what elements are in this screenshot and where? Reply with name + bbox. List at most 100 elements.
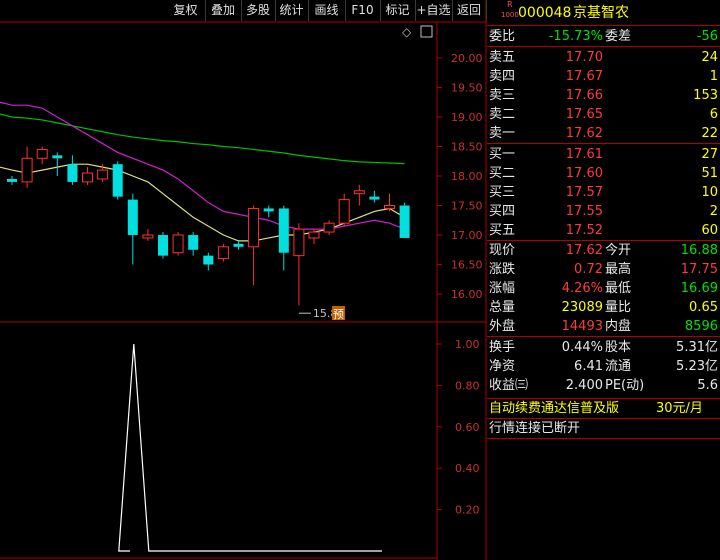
bid-price: 17.60 [565, 166, 603, 181]
weibi-label: 委比 [489, 29, 516, 44]
bid-price: 17.52 [565, 223, 603, 238]
candle-body [308, 231, 320, 239]
ask-row: 卖五 17.70 24 [487, 48, 720, 67]
candle-body [248, 207, 260, 248]
candle-body [338, 199, 350, 224]
scroll-box-icon [420, 25, 433, 38]
toolbar-button-2[interactable]: 多股 [241, 0, 276, 21]
toolbar-button-0[interactable]: 复权 [166, 0, 206, 21]
ask-row: 卖三 17.66 153 [487, 86, 720, 105]
pre-badge: 预 [333, 308, 344, 321]
price-tick-label: 16.00 [451, 288, 483, 301]
bid-row: 买一 17.61 27 [487, 145, 720, 164]
toolbar-button-4[interactable]: 画线 [308, 0, 346, 21]
toolbar-button-1[interactable]: 叠加 [205, 0, 242, 21]
fund-value: 2.400 [565, 378, 603, 393]
ask-price: 17.65 [565, 107, 603, 122]
quote-value: 16.88 [680, 243, 718, 258]
bid-volume: 10 [701, 185, 718, 200]
quote-value: 4.26% [561, 281, 603, 296]
toolbar-button-8[interactable]: 返回 [452, 0, 487, 21]
quote-panel: R 1000 000048 京基智农 委比 -15.73% 委差 -56 卖五 17.70… [487, 0, 720, 560]
candle-body [233, 243, 244, 247]
price-tick-label: 18.50 [451, 141, 483, 154]
candle-body [127, 199, 138, 235]
fund-row: 换手 0.44% 股本 5.31亿 [487, 338, 720, 357]
candle-body [82, 172, 93, 183]
ask-label: 卖一 [489, 126, 516, 141]
quote-value: 0.72 [574, 262, 603, 277]
fund-label: 换手 [489, 340, 516, 355]
fund-value: 5.6 [697, 378, 718, 393]
quote-label: 外盘 [489, 319, 516, 334]
ask-volume: 22 [701, 126, 718, 141]
ask-row: 卖二 17.65 6 [487, 105, 720, 124]
toolbar-button-5[interactable]: F10 [345, 0, 381, 21]
toolbar-button-3[interactable]: 统计 [275, 0, 309, 21]
fund-label: 净资 [489, 359, 516, 374]
candle-body [384, 205, 395, 209]
quote-label: 涨跌 [489, 262, 516, 277]
fund-label: 股本 [605, 340, 632, 355]
chart-area[interactable]: 20.00 19.50 19.00 18.50 18.00 17.50 17.00 16.50… [0, 0, 487, 560]
candle-body [97, 169, 109, 180]
bid-price: 17.55 [565, 204, 603, 219]
connection-status: 行情连接已断开 [487, 419, 720, 438]
quote-value: 0.65 [689, 300, 718, 315]
indicator-tick-label: 0.80 [455, 379, 480, 392]
ask-price: 17.66 [565, 88, 603, 103]
price-tick-label: 16.50 [451, 259, 483, 272]
candle-body [21, 157, 33, 183]
stock-badge-bottom: 1000 [501, 11, 519, 19]
ask-volume: 153 [693, 88, 718, 103]
ask-price: 17.70 [565, 50, 603, 65]
quote-value: 23089 [561, 300, 603, 315]
stock-header: R 1000 000048 京基智农 [487, 0, 720, 24]
price-tick-label: 17.00 [451, 229, 483, 242]
quote-label: 现价 [489, 243, 516, 258]
candle-body [293, 228, 305, 257]
candle-body [112, 164, 123, 197]
candle-body [52, 155, 63, 159]
fund-label: 收益㈢ [489, 378, 529, 393]
candle-body [353, 190, 365, 195]
quote-label: 总量 [489, 300, 516, 315]
bid-label: 买五 [489, 223, 516, 238]
fund-row: 净资 6.41 流通 5.23亿 [487, 357, 720, 376]
bid-row: 买五 17.52 60 [487, 221, 720, 240]
quote-row: 总量 23089 量比 0.65 [487, 298, 720, 317]
promo-price[interactable]: 30元/月 [656, 399, 703, 418]
candle-body [203, 255, 214, 265]
quote-value: 17.62 [565, 243, 603, 258]
promo-banner[interactable]: 自动续费通达信普及版 30元/月 [487, 399, 720, 418]
toolbar-button-7[interactable]: +自选 [415, 0, 453, 21]
candle-body [142, 234, 154, 239]
price-tick-label: 19.00 [451, 111, 483, 124]
quote-label: 最低 [605, 281, 632, 296]
promo-text[interactable]: 自动续费通达信普及版 [489, 399, 619, 418]
fund-row: 收益㈢ 2.400 PE(动) 5.6 [487, 376, 720, 395]
fund-value: 6.41 [574, 359, 603, 374]
bid-volume: 51 [701, 166, 718, 181]
weibi-row: 委比 -15.73% 委差 -56 [487, 27, 720, 46]
indicator-tick-label: 1.00 [455, 338, 480, 351]
ask-label: 卖五 [489, 50, 516, 65]
fund-label: PE(动) [605, 378, 645, 393]
quote-label: 最高 [605, 262, 632, 277]
quote-value: 16.69 [680, 281, 718, 296]
toolbar-button-6[interactable]: 标记 [380, 0, 416, 21]
weicha-value: -56 [696, 29, 718, 44]
price-tick-label: 18.00 [451, 170, 483, 183]
bid-row: 买四 17.55 2 [487, 202, 720, 221]
quote-row: 涨幅 4.26% 最低 16.69 [487, 279, 720, 298]
fund-value: 5.31亿 [676, 340, 718, 355]
candle-body [323, 222, 335, 233]
price-tick-label: 17.50 [451, 200, 483, 213]
ask-row: 卖一 17.62 22 [487, 124, 720, 143]
fund-label: 流通 [605, 359, 632, 374]
candle-body [67, 164, 78, 182]
weibi-value: -15.73% [548, 29, 603, 44]
candlestick-chart[interactable]: 20.00 19.50 19.00 18.50 18.00 17.50 17.00 16.50… [0, 0, 487, 560]
ask-label: 卖三 [489, 88, 516, 103]
stock-badge-top: R [507, 0, 513, 9]
